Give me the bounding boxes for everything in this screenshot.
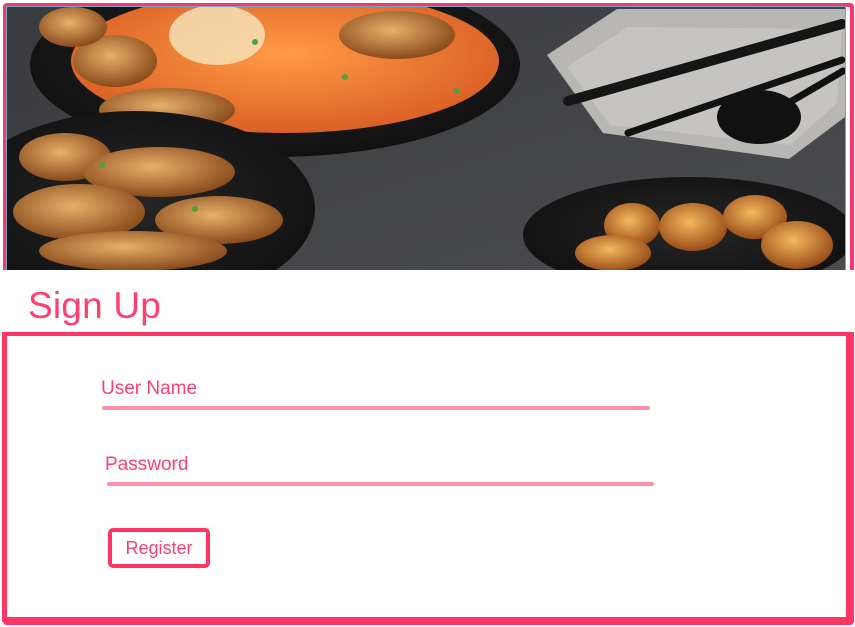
page-title: Sign Up (28, 285, 162, 326)
register-button[interactable]: Register (108, 528, 210, 568)
form-bottom-border (2, 617, 850, 621)
hero-image (6, 6, 846, 272)
form-left-border (2, 332, 6, 622)
username-label: User Name (101, 378, 198, 399)
form-right-border (846, 332, 850, 622)
password-label: Password (105, 454, 189, 475)
password-input[interactable] (107, 482, 654, 486)
food-photo-icon (7, 7, 845, 271)
username-input[interactable] (102, 406, 650, 410)
